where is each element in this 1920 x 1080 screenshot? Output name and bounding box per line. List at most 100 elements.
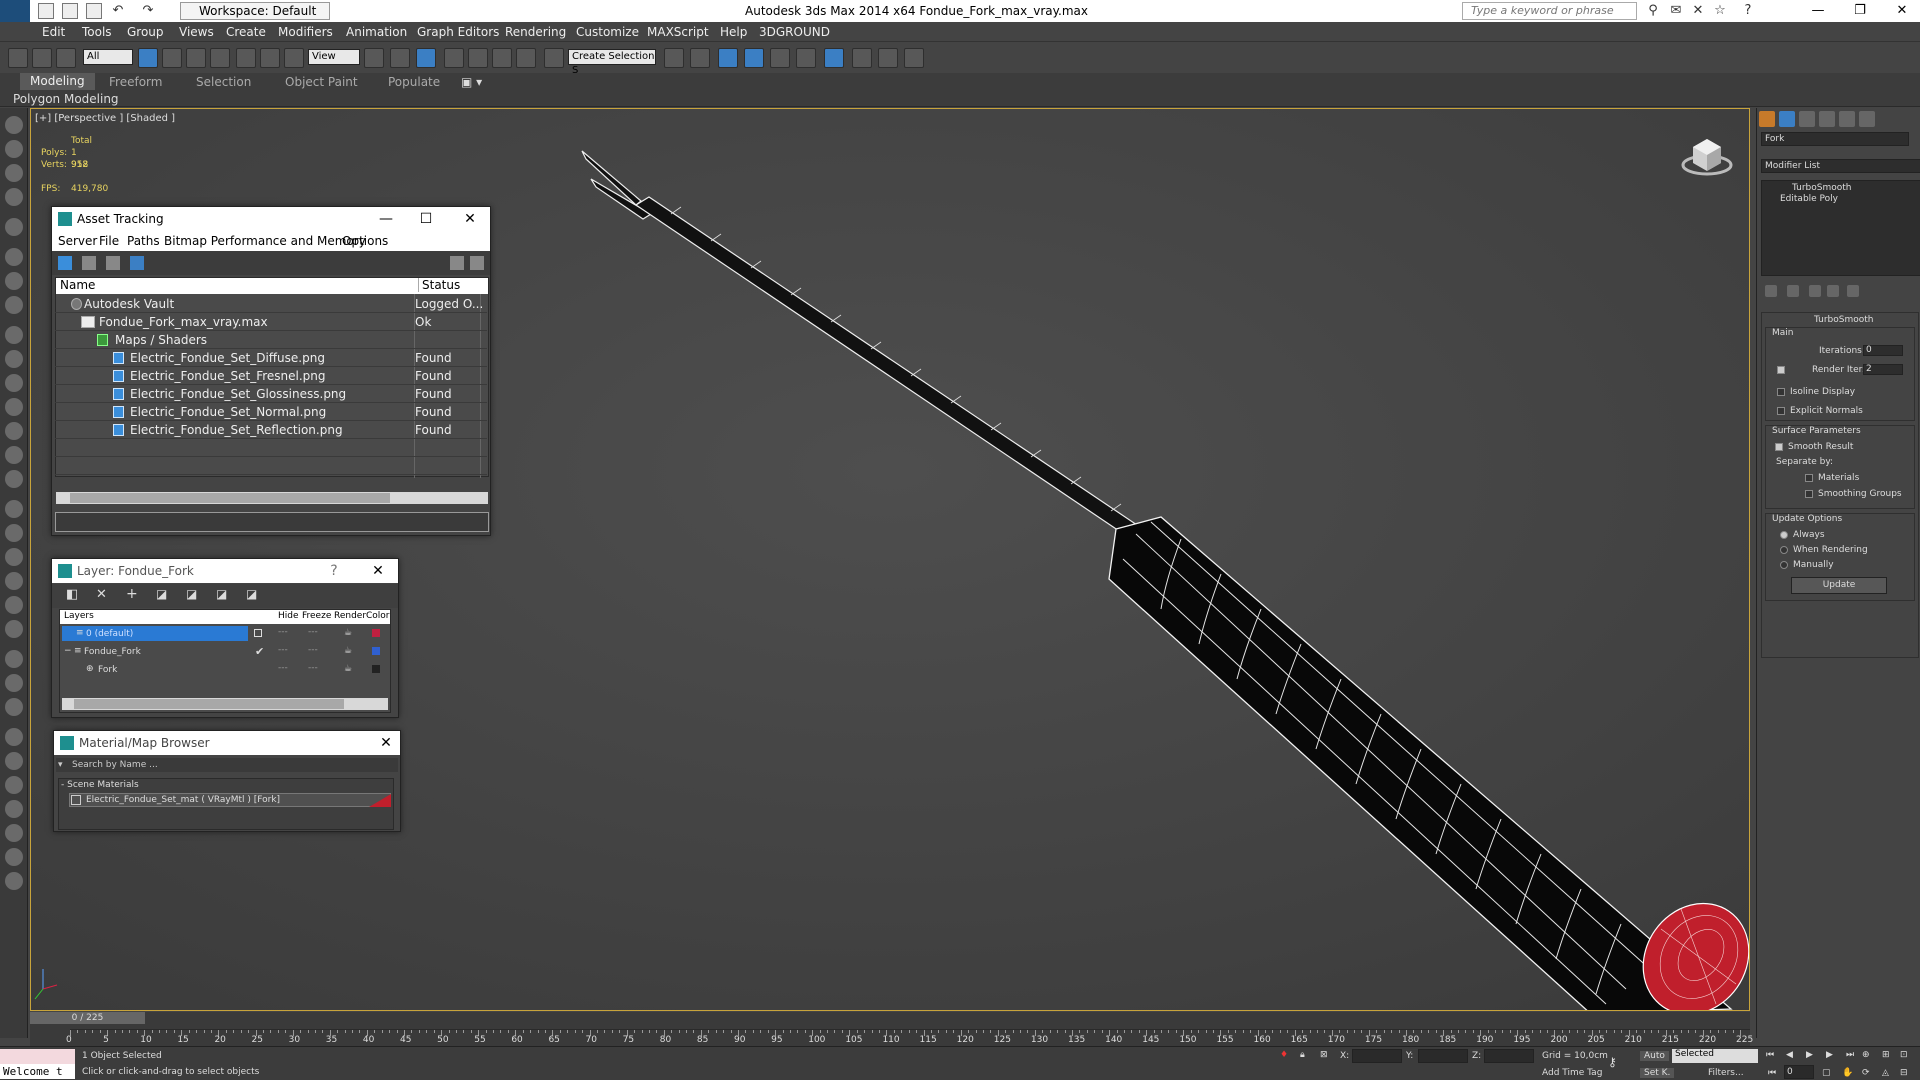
previous-frame-icon[interactable]: ◀	[1786, 1050, 1793, 1060]
scene-materials-label[interactable]: - Scene Materials	[61, 780, 139, 790]
help-icon[interactable]	[450, 256, 464, 270]
current-frame-field[interactable]: 0	[1784, 1065, 1814, 1079]
pivot-icon[interactable]	[364, 48, 384, 68]
tool-icon-10[interactable]	[5, 350, 23, 368]
zoom-icon[interactable]: ⊕	[1862, 1050, 1870, 1060]
delete-layer-icon[interactable]: ✕	[96, 587, 107, 602]
tool-icon-19[interactable]	[5, 572, 23, 590]
tool-icon-1[interactable]	[5, 116, 23, 134]
play-icon[interactable]: ▶	[1806, 1050, 1813, 1060]
z-coord-field[interactable]	[1484, 1049, 1534, 1063]
undo-icon[interactable]: ↶	[110, 3, 126, 19]
add-time-tag[interactable]: Add Time Tag	[1542, 1068, 1602, 1078]
refresh-icon[interactable]	[58, 256, 72, 270]
asset-row[interactable]: Electric_Fondue_Set_Glossiness.png Found	[55, 385, 487, 403]
select-object-icon[interactable]	[138, 48, 158, 68]
freeze-toggle[interactable]: ---	[308, 627, 318, 637]
go-to-end-icon[interactable]: ⏭	[1846, 1050, 1854, 1060]
asset-row[interactable]: Electric_Fondue_Set_Normal.png Found	[55, 403, 487, 421]
make-unique-icon[interactable]	[1809, 285, 1821, 297]
maximize-icon[interactable]: ☐	[416, 210, 436, 228]
menu-server[interactable]: Server	[58, 234, 97, 248]
menu-graph-editors[interactable]: Graph Editors	[417, 25, 499, 39]
column-hide[interactable]: Hide	[278, 611, 299, 621]
menu-help[interactable]: Help	[720, 25, 747, 39]
menu-bitmap-performance[interactable]: Bitmap Performance and Memory	[164, 234, 366, 248]
menu-views[interactable]: Views	[179, 25, 214, 39]
tool-icon-11[interactable]	[5, 374, 23, 392]
save-file-icon[interactable]	[86, 3, 102, 19]
key-filter-dropdown[interactable]: Selected	[1672, 1049, 1758, 1063]
snaps-toggle-icon[interactable]	[444, 48, 464, 68]
maximize-button[interactable]: ❐	[1842, 0, 1878, 22]
tool-icon-3[interactable]	[5, 164, 23, 182]
horizontal-scrollbar[interactable]	[56, 492, 488, 504]
render-teapot-icon[interactable]: ☕	[344, 646, 352, 656]
rendered-frame-icon[interactable]	[878, 48, 898, 68]
minimize-icon[interactable]: —	[376, 210, 396, 228]
spinner-snap-icon[interactable]	[516, 48, 536, 68]
next-frame-icon[interactable]: ▶	[1826, 1050, 1833, 1060]
object-name-field[interactable]: Fork	[1761, 132, 1909, 146]
configure-sets-icon[interactable]	[1847, 285, 1859, 297]
column-render[interactable]: Render	[334, 611, 366, 621]
keyboard-shortcut-icon[interactable]	[416, 48, 436, 68]
tab-selection[interactable]: Selection	[196, 75, 251, 89]
tool-icon-16[interactable]	[5, 500, 23, 518]
absolute-mode-icon[interactable]: ⊠	[1320, 1050, 1328, 1060]
zoom-all-icon[interactable]: ⊞	[1882, 1050, 1890, 1060]
named-selection-dropdown[interactable]: Create Selection S	[568, 49, 656, 76]
freeze-toggle[interactable]: ---	[308, 645, 318, 655]
help-icon[interactable]: ?	[1740, 3, 1756, 19]
tool-icon-26[interactable]	[5, 752, 23, 770]
scene-explorer-icon[interactable]	[718, 48, 738, 68]
tool-icon-18[interactable]	[5, 548, 23, 566]
layer-row[interactable]: ⊕ Fork --- --- ☕	[60, 663, 384, 681]
material-search-input[interactable]: Search by Name ...	[56, 758, 398, 772]
layer-scrollbar[interactable]	[62, 698, 388, 710]
angle-snap-icon[interactable]	[468, 48, 488, 68]
column-name[interactable]: Name	[60, 278, 95, 292]
table-icon[interactable]	[106, 256, 120, 270]
menu-animation[interactable]: Animation	[346, 25, 407, 39]
tool-icon-30[interactable]	[5, 848, 23, 866]
key-filters-button[interactable]: Filters...	[1708, 1068, 1744, 1078]
list-icon[interactable]	[82, 256, 96, 270]
tool-icon-13[interactable]	[5, 422, 23, 440]
select-in-layer-icon[interactable]: ◪	[156, 587, 167, 601]
hide-toggle[interactable]: ---	[278, 663, 288, 673]
move-icon[interactable]	[236, 48, 256, 68]
curve-editor-icon[interactable]	[770, 48, 790, 68]
rollout-title[interactable]: TurboSmooth	[1814, 315, 1873, 325]
reference-coord-dropdown[interactable]: View	[308, 49, 360, 65]
layer-row[interactable]: − ≡ Fondue_Fork ✔ --- --- ☕	[60, 645, 384, 663]
search-dropdown-icon[interactable]: ▾	[58, 760, 63, 770]
asset-row[interactable]: Electric_Fondue_Set_Fresnel.png Found	[55, 367, 487, 385]
tool-icon-31[interactable]	[5, 872, 23, 890]
key-icon[interactable]: ⚷	[1608, 1055, 1617, 1069]
grid-view-icon[interactable]	[130, 256, 144, 270]
settings-icon[interactable]	[470, 256, 484, 270]
hide-toggle[interactable]: ---	[278, 645, 288, 655]
menu-create[interactable]: Create	[226, 25, 266, 39]
tool-icon-12[interactable]	[5, 398, 23, 416]
tool-icon-5[interactable]	[5, 218, 23, 236]
close-icon[interactable]: ✕	[376, 734, 396, 752]
x-coord-field[interactable]	[1352, 1049, 1402, 1063]
communication-icon[interactable]: ✉	[1668, 3, 1684, 19]
close-button[interactable]: ✕	[1884, 0, 1920, 22]
hierarchy-tab-icon[interactable]	[1799, 111, 1815, 127]
maxscript-listener[interactable]: Welcome t	[0, 1049, 75, 1079]
menu-maxscript[interactable]: MAXScript	[647, 25, 709, 39]
explicit-normals-checkbox[interactable]	[1777, 407, 1785, 415]
polygon-modeling-label[interactable]: Polygon Modeling	[13, 92, 119, 106]
tool-icon-28[interactable]	[5, 800, 23, 818]
modify-tab-icon[interactable]	[1779, 111, 1795, 127]
menu-paths[interactable]: Paths	[127, 234, 160, 248]
tab-modeling[interactable]: Modeling	[20, 73, 95, 90]
binoculars-icon[interactable]: ⚲	[1645, 3, 1661, 19]
tool-icon-7[interactable]	[5, 272, 23, 290]
column-layers[interactable]: Layers	[64, 611, 94, 621]
help-button[interactable]: ?	[324, 562, 344, 580]
favorites-star-icon[interactable]: ☆	[1712, 3, 1728, 19]
